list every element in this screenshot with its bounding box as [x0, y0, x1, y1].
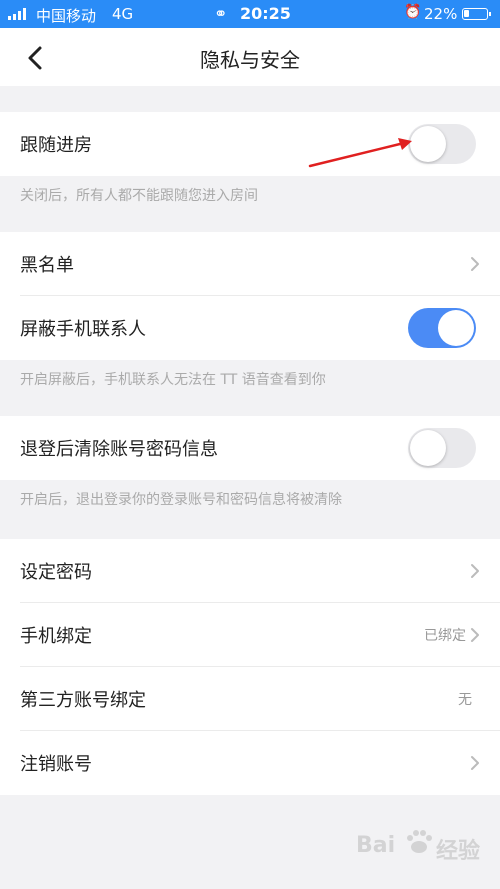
- cancel-account-row[interactable]: 注销账号: [0, 731, 500, 795]
- third-party-binding-label: 第三方账号绑定: [20, 690, 146, 711]
- toggle-knob: [438, 310, 474, 346]
- status-time: 20:25: [240, 4, 291, 23]
- baidu-watermark: Bai 经验: [356, 827, 486, 867]
- set-password-row[interactable]: 设定密码: [0, 539, 500, 603]
- set-password-label: 设定密码: [20, 562, 92, 583]
- follow-room-row: 跟随进房: [0, 112, 500, 176]
- network-type: 4G: [112, 5, 134, 23]
- alarm-icon: ⏰: [404, 4, 422, 20]
- follow-room-label: 跟随进房: [20, 135, 92, 156]
- link-icon: ⚭: [214, 4, 228, 23]
- block-contacts-hint: 开启屏蔽后，手机联系人无法在 TT 语音查看到你: [20, 372, 326, 388]
- status-bar: 中国移动 4G ⚭ 20:25 ⏰ 22%: [0, 0, 500, 28]
- battery-icon: [462, 8, 491, 20]
- page-title: 隐私与安全: [200, 48, 300, 72]
- chevron-right-icon: [471, 756, 479, 770]
- clear-account-label: 退登后清除账号密码信息: [20, 439, 218, 460]
- battery-percent: 22%: [424, 5, 458, 23]
- chevron-right-icon: [471, 628, 479, 642]
- signal-icon: [8, 8, 26, 20]
- battery-fill: [464, 10, 469, 17]
- paw-icon: [407, 830, 432, 853]
- third-party-binding-status: 无: [458, 692, 472, 708]
- annotation-arrow-icon: [308, 138, 412, 168]
- chevron-right-icon: [471, 564, 479, 578]
- phone-binding-label: 手机绑定: [20, 626, 92, 647]
- nav-bar: 隐私与安全: [0, 28, 500, 86]
- cancel-account-label: 注销账号: [20, 754, 92, 775]
- watermark-right-text: 经验: [436, 839, 481, 864]
- clear-account-toggle[interactable]: [408, 428, 476, 468]
- block-contacts-toggle[interactable]: [408, 308, 476, 348]
- phone-binding-status: 已绑定: [424, 628, 466, 644]
- follow-room-hint: 关闭后，所有人都不能跟随您进入房间: [20, 188, 258, 204]
- third-party-binding-row[interactable]: 第三方账号绑定 无: [0, 667, 500, 731]
- block-contacts-row: 屏蔽手机联系人: [0, 296, 500, 360]
- carrier-name: 中国移动: [36, 7, 97, 25]
- watermark-left-text: Bai: [356, 833, 396, 858]
- toggle-knob: [410, 430, 446, 466]
- blacklist-label: 黑名单: [20, 255, 74, 276]
- phone-binding-row[interactable]: 手机绑定 已绑定: [0, 603, 500, 667]
- block-contacts-label: 屏蔽手机联系人: [20, 319, 146, 340]
- chevron-right-icon: [471, 257, 479, 271]
- blacklist-row[interactable]: 黑名单: [0, 232, 500, 296]
- clear-account-hint: 开启后，退出登录你的登录账号和密码信息将被清除: [20, 492, 342, 508]
- clear-account-row: 退登后清除账号密码信息: [0, 416, 500, 480]
